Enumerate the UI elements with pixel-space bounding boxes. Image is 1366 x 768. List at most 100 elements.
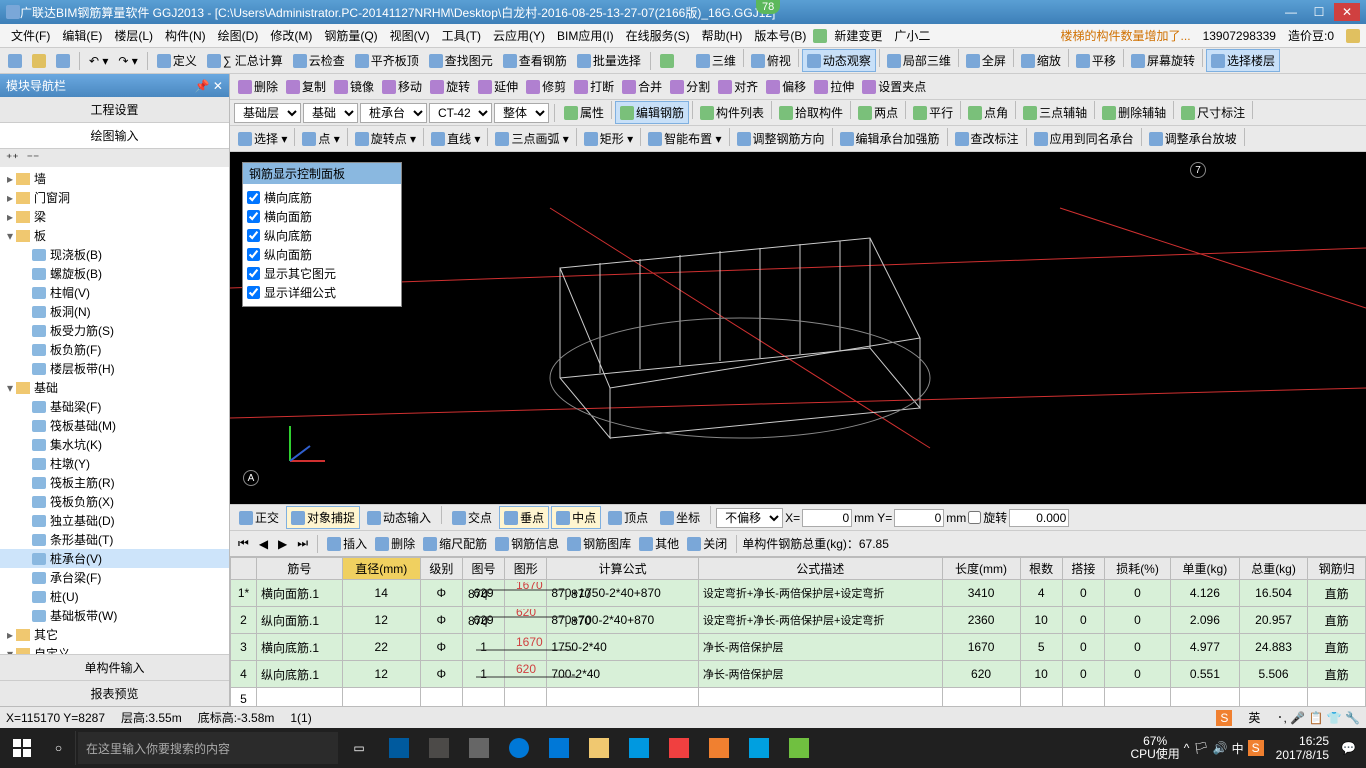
subcategory-select[interactable]: 桩承台 bbox=[360, 103, 427, 123]
display-toggle-item[interactable]: 横向面筋 bbox=[247, 207, 397, 226]
grid-prev-button[interactable]: ◀ bbox=[255, 535, 272, 553]
filter-tool-button[interactable]: 三点辅轴 bbox=[1019, 101, 1091, 124]
tray-sogou-icon[interactable]: S bbox=[1248, 740, 1264, 756]
gridbar-button[interactable]: 关闭 bbox=[683, 533, 731, 554]
gridbar-button[interactable]: 钢筋信息 bbox=[491, 533, 563, 554]
rebar-display-panel[interactable]: 钢筋显示控制面板 横向底筋横向面筋纵向底筋纵向面筋显示其它图元显示详细公式 bbox=[242, 162, 402, 307]
toolbar-view-button[interactable]: 平移 bbox=[1072, 49, 1120, 72]
toolbar-view-button[interactable]: 局部三维 bbox=[883, 49, 955, 72]
tree-node[interactable]: 基础梁(F) bbox=[0, 397, 229, 416]
menu-item[interactable]: 工具(T) bbox=[437, 25, 486, 46]
tree-node[interactable]: 桩承台(V) bbox=[0, 549, 229, 568]
tb-store[interactable] bbox=[540, 729, 578, 767]
grid-next-button[interactable]: ▶ bbox=[274, 535, 291, 553]
viewport-3d[interactable]: 钢筋显示控制面板 横向底筋横向面筋纵向底筋纵向面筋显示其它图元显示详细公式 A … bbox=[230, 152, 1366, 504]
tree-node[interactable]: 集水坑(K) bbox=[0, 435, 229, 454]
edit-button[interactable]: 打断 bbox=[570, 76, 618, 97]
tree-node[interactable]: 螺旋板(B) bbox=[0, 264, 229, 283]
menu-item[interactable]: 构件(N) bbox=[160, 25, 211, 46]
display-toggle-item[interactable]: 显示详细公式 bbox=[247, 283, 397, 302]
sidebar-pin-icon[interactable]: 📌 ✕ bbox=[195, 79, 223, 93]
snap-toggle[interactable]: 中点 bbox=[551, 506, 601, 529]
category-select[interactable]: 基础 bbox=[303, 103, 358, 123]
toolbar-view-button[interactable]: 缩放 bbox=[1017, 49, 1065, 72]
filter-tool-button[interactable]: 尺寸标注 bbox=[1177, 101, 1249, 124]
toolbar-button[interactable]: 云检查 bbox=[289, 50, 349, 71]
toolbar-view-button[interactable]: 俯视 bbox=[747, 49, 795, 72]
gridbar-button[interactable]: 其他 bbox=[635, 533, 683, 554]
toolbar-view-button[interactable]: 全屏 bbox=[962, 49, 1010, 72]
ime-sogou-icon[interactable]: S bbox=[1216, 710, 1232, 726]
tree-node[interactable]: ▾基础 bbox=[0, 378, 229, 397]
ime-lang-label[interactable]: 英 bbox=[1248, 709, 1260, 726]
toolbar-button[interactable]: 平齐板顶 bbox=[351, 50, 423, 71]
user-icon[interactable] bbox=[1346, 29, 1360, 43]
toolbar-view-button[interactable]: 动态观察 bbox=[802, 49, 876, 72]
redo-button[interactable]: ↷ ▾ bbox=[114, 52, 141, 70]
notification-badge[interactable]: 78 bbox=[756, 0, 780, 14]
edit-button[interactable]: 镜像 bbox=[330, 76, 378, 97]
edit-button[interactable]: 移动 bbox=[378, 76, 426, 97]
tree-node[interactable]: 基础板带(W) bbox=[0, 606, 229, 625]
tray-up-icon[interactable]: ^ bbox=[1184, 741, 1190, 755]
tray-ime-label[interactable]: 中 bbox=[1232, 740, 1244, 757]
tree-node[interactable]: 柱墩(Y) bbox=[0, 454, 229, 473]
snap-toggle[interactable]: 正交 bbox=[234, 506, 284, 529]
layer-select[interactable]: 基础层 bbox=[234, 103, 301, 123]
filter-tool-button[interactable]: 平行 bbox=[909, 101, 957, 124]
tree-node[interactable]: ▾自定义 bbox=[0, 644, 229, 654]
menu-item[interactable]: 版本号(B) bbox=[749, 25, 811, 46]
edit-button[interactable]: 设置夹点 bbox=[858, 76, 930, 97]
x-input[interactable] bbox=[802, 509, 852, 527]
tray-flag-icon[interactable]: 🏳 bbox=[1193, 741, 1208, 755]
tree-node[interactable]: 板洞(N) bbox=[0, 302, 229, 321]
tb-app-1[interactable] bbox=[380, 729, 418, 767]
filter-tool-button[interactable]: 编辑钢筋 bbox=[615, 101, 689, 124]
tree-node[interactable]: 板受力筋(S) bbox=[0, 321, 229, 340]
tree-node[interactable]: 筏板负筋(X) bbox=[0, 492, 229, 511]
menu-item[interactable]: BIM应用(I) bbox=[552, 25, 619, 46]
edit-button[interactable]: 旋转 bbox=[426, 76, 474, 97]
tree-node[interactable]: 板负筋(F) bbox=[0, 340, 229, 359]
rotate-input[interactable] bbox=[1009, 509, 1069, 527]
tree-node[interactable]: 筏板基础(M) bbox=[0, 416, 229, 435]
tree-node[interactable]: 筏板主筋(R) bbox=[0, 473, 229, 492]
toolbar-view-button[interactable]: 选择楼层 bbox=[1206, 49, 1280, 72]
task-view-button[interactable]: ▭ bbox=[340, 729, 378, 767]
tree-node[interactable]: 现浇板(B) bbox=[0, 245, 229, 264]
draw-tool-button[interactable]: 查改标注 bbox=[951, 128, 1023, 149]
toolbar-button[interactable]: 查找图元 bbox=[425, 50, 497, 71]
tree-node[interactable]: ▾板 bbox=[0, 226, 229, 245]
edit-button[interactable]: 对齐 bbox=[714, 76, 762, 97]
toolbar-view-button[interactable]: 三维 bbox=[692, 49, 740, 72]
draw-tool-button[interactable]: 三点画弧 ▾ bbox=[491, 128, 572, 149]
toolbar-button[interactable]: ∑ 汇总计算 bbox=[203, 50, 287, 71]
part-select[interactable]: 整体 bbox=[494, 103, 549, 123]
minimize-button[interactable]: — bbox=[1278, 3, 1304, 21]
filter-tool-button[interactable]: 构件列表 bbox=[696, 101, 768, 124]
filter-tool-button[interactable]: 属性 bbox=[560, 101, 608, 124]
menu-item[interactable]: 文件(F) bbox=[6, 25, 55, 46]
toolbar-view-button[interactable]: 屏幕旋转 bbox=[1127, 49, 1199, 72]
draw-tool-button[interactable]: 应用到同名承台 bbox=[1030, 128, 1138, 149]
cortana-icon[interactable]: ○ bbox=[42, 731, 76, 765]
edit-button[interactable]: 删除 bbox=[234, 76, 282, 97]
sidebar-tab-settings[interactable]: 工程设置 bbox=[0, 97, 229, 123]
notifications-icon[interactable]: 💬 bbox=[1341, 741, 1356, 755]
gridbar-button[interactable]: 钢筋图库 bbox=[563, 533, 635, 554]
snap-toggle[interactable]: 动态输入 bbox=[362, 506, 436, 529]
expand-all-icon[interactable]: ⁺⁺ bbox=[6, 151, 19, 165]
snap-toggle[interactable]: 顶点 bbox=[603, 506, 653, 529]
display-toggle-item[interactable]: 纵向底筋 bbox=[247, 226, 397, 245]
draw-tool-button[interactable]: 智能布置 ▾ bbox=[644, 128, 725, 149]
tree-node[interactable]: 条形基础(T) bbox=[0, 530, 229, 549]
tree-node[interactable]: ▸梁 bbox=[0, 207, 229, 226]
menu-item[interactable]: 修改(M) bbox=[265, 25, 317, 46]
grid-last-button[interactable]: ⏭ bbox=[293, 534, 312, 553]
draw-tool-button[interactable]: 调整钢筋方向 bbox=[733, 128, 829, 149]
menu-item[interactable]: 钢筋量(Q) bbox=[319, 25, 382, 46]
rebar-datagrid[interactable]: 筋号直径(mm)级别图号图形计算公式公式描述长度(mm)根数搭接损耗(%)单重(… bbox=[230, 556, 1366, 706]
news-ticker[interactable]: 楼梯的构件数量增加了... bbox=[1061, 27, 1191, 44]
tb-app-3[interactable] bbox=[460, 729, 498, 767]
toolbar-button[interactable]: 查看钢筋 bbox=[499, 50, 571, 71]
